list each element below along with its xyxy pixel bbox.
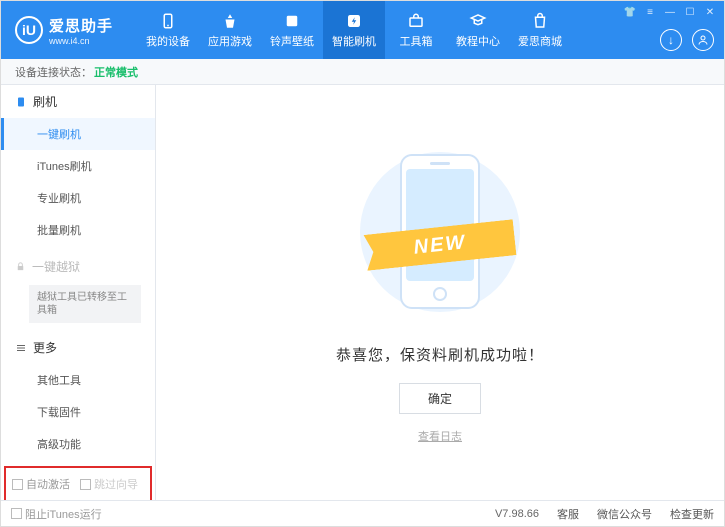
status-value: 正常模式 (94, 64, 138, 80)
apps-icon (221, 12, 239, 30)
maximize-icon[interactable]: ☐ (682, 5, 698, 19)
status-label: 设备连接状态： (15, 64, 92, 80)
checkbox-label: 阻止iTunes运行 (25, 506, 102, 522)
nav-ringtone[interactable]: 铃声壁纸 (261, 1, 323, 59)
sidebar-item-pro[interactable]: 专业刷机 (1, 182, 155, 214)
download-button[interactable]: ↓ (660, 29, 682, 51)
success-message: 恭喜您，保资料刷机成功啦！ (336, 344, 544, 365)
nav-apps[interactable]: 应用游戏 (199, 1, 261, 59)
nav-label: 我的设备 (146, 33, 190, 49)
checkbox-icon (11, 508, 22, 519)
nav-label: 铃声壁纸 (270, 33, 314, 49)
user-button[interactable] (692, 29, 714, 51)
sidebar-group-more[interactable]: 更多 (1, 331, 155, 364)
ok-button[interactable]: 确定 (399, 383, 481, 414)
jailbreak-note[interactable]: 越狱工具已转移至工具箱 (29, 285, 141, 323)
nav-label: 应用游戏 (208, 33, 252, 49)
highlight-box: 自动激活 跳过向导 (4, 466, 152, 500)
nav-label: 爱思商城 (518, 33, 562, 49)
nav-label: 智能刷机 (332, 33, 376, 49)
checkbox-icon (80, 479, 91, 490)
minimize-icon[interactable]: — (662, 5, 678, 19)
toolbox-icon (407, 12, 425, 30)
sidebar-item-itunes[interactable]: iTunes刷机 (1, 150, 155, 182)
sidebar-item-firmware[interactable]: 下载固件 (1, 396, 155, 428)
checkbox-icon (12, 479, 23, 490)
checkbox-label: 跳过向导 (94, 476, 138, 492)
nav-my-device[interactable]: 我的设备 (137, 1, 199, 59)
flash-group-icon (15, 96, 27, 108)
sidebar-group-flash[interactable]: 刷机 (1, 85, 155, 118)
tutorial-icon (469, 12, 487, 30)
nav-tutorial[interactable]: 教程中心 (447, 1, 509, 59)
titlebar-controls: 👕 ≡ — ☐ ✕ (622, 5, 718, 19)
nav-store[interactable]: 爱思商城 (509, 1, 571, 59)
view-log-link[interactable]: 查看日志 (418, 428, 462, 444)
ringtone-icon (283, 12, 301, 30)
footer-link-update[interactable]: 检查更新 (670, 506, 714, 522)
nav-label: 工具箱 (400, 33, 433, 49)
checkbox-label: 自动激活 (26, 476, 70, 492)
footer-link-support[interactable]: 客服 (557, 506, 579, 522)
main-content: NEW 恭喜您，保资料刷机成功啦！ 确定 查看日志 (156, 85, 724, 500)
main-nav: 我的设备 应用游戏 铃声壁纸 智能刷机 工具箱 教程中心 (137, 1, 571, 59)
checkbox-skip-guide[interactable]: 跳过向导 (80, 476, 138, 492)
version-text: V7.98.66 (495, 508, 539, 520)
footer: 阻止iTunes运行 V7.98.66 客服 微信公众号 检查更新 (1, 500, 724, 526)
tshirt-icon[interactable]: 👕 (622, 5, 638, 19)
flash-icon (345, 12, 363, 30)
sidebar-item-oneclick[interactable]: 一键刷机 (1, 118, 155, 150)
sidebar-item-other[interactable]: 其他工具 (1, 364, 155, 396)
close-icon[interactable]: ✕ (702, 5, 718, 19)
status-bar: 设备连接状态： 正常模式 (1, 59, 724, 85)
nav-label: 教程中心 (456, 33, 500, 49)
app-title: 爱思助手 (49, 15, 113, 36)
nav-toolbox[interactable]: 工具箱 (385, 1, 447, 59)
sidebar-group-jailbreak: 一键越狱 (1, 250, 155, 283)
logo-icon: iU (15, 16, 43, 44)
sidebar-group-label: 一键越狱 (32, 258, 80, 275)
sidebar-group-label: 刷机 (33, 93, 57, 110)
sidebar-group-label: 更多 (33, 339, 57, 356)
app-subtitle: www.i4.cn (49, 36, 113, 46)
app-header: iU 爱思助手 www.i4.cn 我的设备 应用游戏 铃声壁纸 智能刷机 (1, 1, 724, 59)
sidebar: 刷机 一键刷机 iTunes刷机 专业刷机 批量刷机 一键越狱 越狱工具已转移至… (1, 85, 156, 500)
success-illustration: NEW (340, 142, 540, 322)
more-icon (15, 342, 27, 354)
sidebar-item-batch[interactable]: 批量刷机 (1, 214, 155, 246)
lock-icon (15, 261, 26, 272)
menu-icon[interactable]: ≡ (642, 5, 658, 19)
logo: iU 爱思助手 www.i4.cn (1, 15, 127, 46)
checkbox-auto-activate[interactable]: 自动激活 (12, 476, 70, 492)
sidebar-item-advanced[interactable]: 高级功能 (1, 428, 155, 460)
checkbox-block-itunes[interactable]: 阻止iTunes运行 (11, 506, 102, 522)
footer-link-wechat[interactable]: 微信公众号 (597, 506, 652, 522)
device-icon (159, 12, 177, 30)
store-icon (531, 12, 549, 30)
nav-flash[interactable]: 智能刷机 (323, 1, 385, 59)
